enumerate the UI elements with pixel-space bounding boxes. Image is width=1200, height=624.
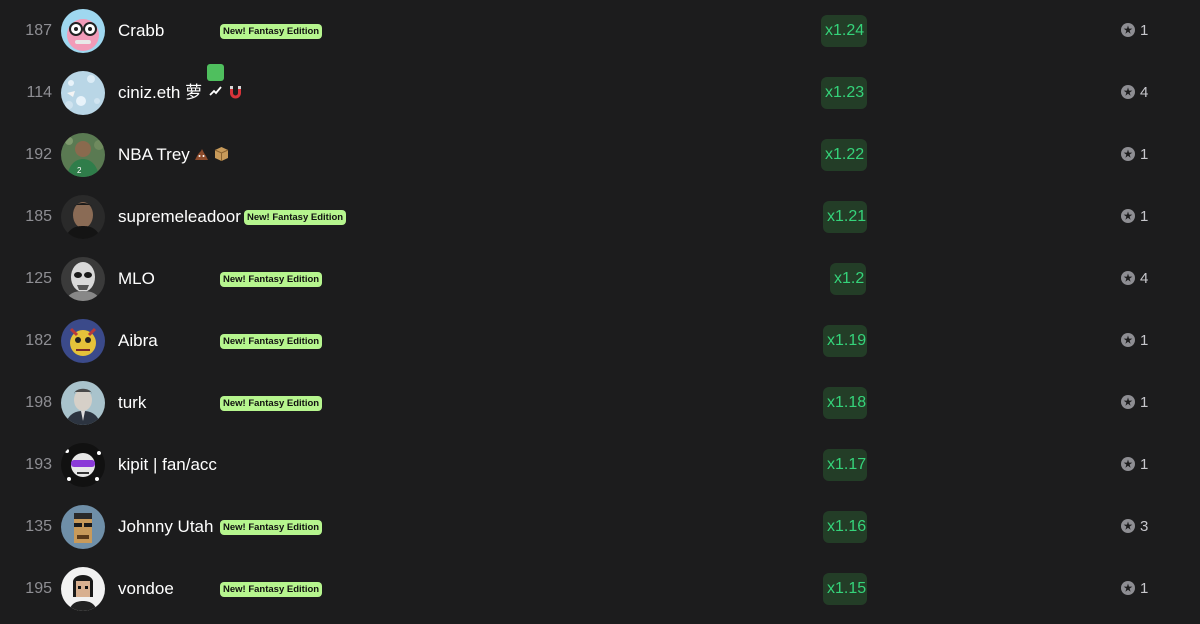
user-name[interactable]: Johnny Utah [118, 496, 213, 558]
fantasy-edition-badge: New! Fantasy Edition [220, 334, 323, 349]
settings-dot-icon [1120, 251, 1136, 285]
avatar[interactable] [61, 71, 105, 115]
leaderboard-row[interactable]: 125 MLO New! Fantasy Edition x1.2 4 [0, 248, 1200, 310]
rank: 182 [25, 332, 52, 349]
avatar[interactable] [61, 505, 105, 549]
settings-dot-icon [1120, 375, 1136, 409]
user-name[interactable]: NBA Trey [118, 124, 230, 186]
avatar[interactable] [61, 9, 105, 53]
bonus-count: 1 [1120, 558, 1148, 620]
leaderboard-list: 187 Crabb New! Fantasy Edition x1.24 1 1… [0, 0, 1200, 624]
bonus-count: 1 [1120, 124, 1148, 186]
avatar[interactable] [61, 381, 105, 425]
rank: 125 [25, 270, 52, 287]
settings-dot-icon [1120, 437, 1136, 471]
fantasy-edition-badge: New! Fantasy Edition [244, 210, 347, 225]
fantasy-edition-badge: New! Fantasy Edition [220, 582, 323, 597]
magnet-emoji-icon [227, 64, 244, 99]
multiplier-badge: x1.23 [821, 77, 867, 109]
bonus-count: 1 [1120, 310, 1148, 372]
rank: 185 [25, 208, 52, 225]
multiplier-badge: x1.22 [821, 139, 867, 171]
bonus-count: 4 [1120, 62, 1148, 124]
fantasy-edition-badge: New! Fantasy Edition [220, 520, 323, 535]
multiplier-badge: x1.17 [823, 449, 867, 481]
bonus-count: 1 [1120, 372, 1148, 434]
fantasy-edition-badge: New! Fantasy Edition [220, 396, 323, 411]
bonus-count: 1 [1120, 186, 1148, 248]
user-name[interactable]: Crabb [118, 0, 164, 62]
settings-dot-icon [1120, 127, 1136, 161]
leaderboard-row[interactable]: 135 Johnny Utah New! Fantasy Edition x1.… [0, 496, 1200, 558]
user-name[interactable]: ciniz.eth 萝 [118, 62, 244, 124]
rank: 198 [25, 394, 52, 411]
leaderboard-row[interactable]: 185 supremeleadoor New! Fantasy Edition … [0, 186, 1200, 248]
avatar[interactable] [61, 195, 105, 239]
avatar[interactable] [61, 319, 105, 363]
rank: 187 [25, 22, 52, 39]
multiplier-badge: x1.24 [821, 15, 867, 47]
leaderboard-row[interactable]: 195 vondoe New! Fantasy Edition x1.15 1 [0, 558, 1200, 620]
user-name[interactable]: turk [118, 372, 146, 434]
leaderboard-row[interactable]: 192 2 NBA Trey x1.22 1 [0, 124, 1200, 186]
chart-up-emoji-icon [207, 64, 225, 96]
settings-dot-icon [1120, 561, 1136, 595]
multiplier-badge: x1.16 [823, 511, 867, 543]
poop-emoji-icon [193, 126, 210, 160]
bonus-count: 1 [1120, 434, 1148, 496]
settings-dot-icon [1120, 189, 1136, 223]
package-emoji-icon [213, 126, 230, 161]
settings-dot-icon [1120, 499, 1136, 533]
multiplier-badge: x1.19 [823, 325, 867, 357]
avatar[interactable]: 2 [61, 133, 105, 177]
multiplier-badge: x1.2 [830, 263, 866, 295]
user-name[interactable]: vondoe [118, 558, 174, 620]
avatar[interactable] [61, 257, 105, 301]
settings-dot-icon [1120, 313, 1136, 347]
bonus-count: 4 [1120, 248, 1148, 310]
multiplier-badge: x1.15 [823, 573, 867, 605]
multiplier-badge: x1.21 [823, 201, 867, 233]
leaderboard-row[interactable]: 187 Crabb New! Fantasy Edition x1.24 1 [0, 0, 1200, 62]
multiplier-badge: x1.18 [823, 387, 867, 419]
user-name[interactable]: supremeleadoor [118, 186, 241, 248]
fantasy-edition-badge: New! Fantasy Edition [220, 24, 323, 39]
rank: 193 [25, 456, 52, 473]
rank: 195 [25, 580, 52, 597]
svg-text:2: 2 [77, 166, 82, 175]
user-name[interactable]: MLO [118, 248, 155, 310]
leaderboard-row[interactable]: 114 ciniz.eth 萝 x1.23 4 [0, 62, 1200, 124]
leaderboard-row[interactable]: 193 kipit | fan/acc x1.17 1 [0, 434, 1200, 496]
rank: 114 [26, 84, 52, 101]
leaderboard-row[interactable]: 198 turk New! Fantasy Edition x1.18 1 [0, 372, 1200, 434]
bonus-count: 3 [1120, 496, 1148, 558]
settings-dot-icon [1120, 3, 1136, 37]
rank: 192 [25, 146, 52, 163]
user-name[interactable]: Aibra [118, 310, 158, 372]
fantasy-edition-badge: New! Fantasy Edition [220, 272, 323, 287]
avatar[interactable] [61, 567, 105, 611]
rank: 135 [25, 518, 52, 535]
leaderboard-row[interactable]: 182 Aibra New! Fantasy Edition x1.19 1 [0, 310, 1200, 372]
settings-dot-icon [1120, 65, 1136, 99]
user-name[interactable]: kipit | fan/acc [118, 434, 217, 496]
avatar[interactable] [61, 443, 105, 487]
bonus-count: 1 [1120, 0, 1148, 62]
